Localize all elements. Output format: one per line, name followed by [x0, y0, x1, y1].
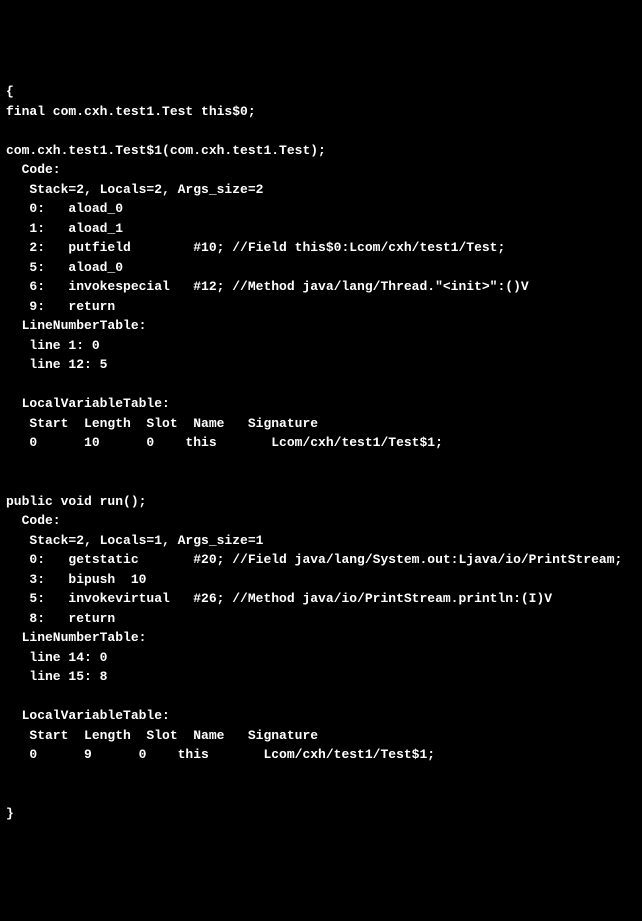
terminal-line: Stack=2, Locals=1, Args_size=1	[6, 531, 636, 551]
terminal-line: line 12: 5	[6, 355, 636, 375]
terminal-line: 5: invokevirtual #26; //Method java/io/P…	[6, 589, 636, 609]
terminal-line: 0: getstatic #20; //Field java/lang/Syst…	[6, 550, 636, 570]
terminal-line: line 1: 0	[6, 336, 636, 356]
terminal-line	[6, 687, 636, 707]
terminal-line: line 14: 0	[6, 648, 636, 668]
terminal-line: Stack=2, Locals=2, Args_size=2	[6, 180, 636, 200]
terminal-line: 3: bipush 10	[6, 570, 636, 590]
terminal-line: 6: invokespecial #12; //Method java/lang…	[6, 277, 636, 297]
terminal-line: 2: putfield #10; //Field this$0:Lcom/cxh…	[6, 238, 636, 258]
terminal-line	[6, 765, 636, 785]
terminal-line: Code:	[6, 160, 636, 180]
terminal-line: 0 9 0 this Lcom/cxh/test1/Test$1;	[6, 745, 636, 765]
terminal-line: 9: return	[6, 297, 636, 317]
terminal-line: line 15: 8	[6, 667, 636, 687]
terminal-line	[6, 453, 636, 473]
terminal-line: final com.cxh.test1.Test this$0;	[6, 102, 636, 122]
terminal-line	[6, 472, 636, 492]
terminal-line: 8: return	[6, 609, 636, 629]
terminal-line	[6, 121, 636, 141]
terminal-line: public void run();	[6, 492, 636, 512]
terminal-line: 0: aload_0	[6, 199, 636, 219]
terminal-line: 0 10 0 this Lcom/cxh/test1/Test$1;	[6, 433, 636, 453]
terminal-line	[6, 784, 636, 804]
terminal-line: {	[6, 82, 636, 102]
terminal-line: 1: aload_1	[6, 219, 636, 239]
terminal-line: com.cxh.test1.Test$1(com.cxh.test1.Test)…	[6, 141, 636, 161]
terminal-line	[6, 375, 636, 395]
terminal-line: LocalVariableTable:	[6, 706, 636, 726]
terminal-line: 5: aload_0	[6, 258, 636, 278]
terminal-line: LineNumberTable:	[6, 316, 636, 336]
terminal-line: LocalVariableTable:	[6, 394, 636, 414]
terminal-line: Start Length Slot Name Signature	[6, 414, 636, 434]
terminal-output: {final com.cxh.test1.Test this$0; com.cx…	[6, 82, 636, 823]
terminal-line: Start Length Slot Name Signature	[6, 726, 636, 746]
terminal-line: }	[6, 804, 636, 824]
terminal-line: Code:	[6, 511, 636, 531]
terminal-line: LineNumberTable:	[6, 628, 636, 648]
